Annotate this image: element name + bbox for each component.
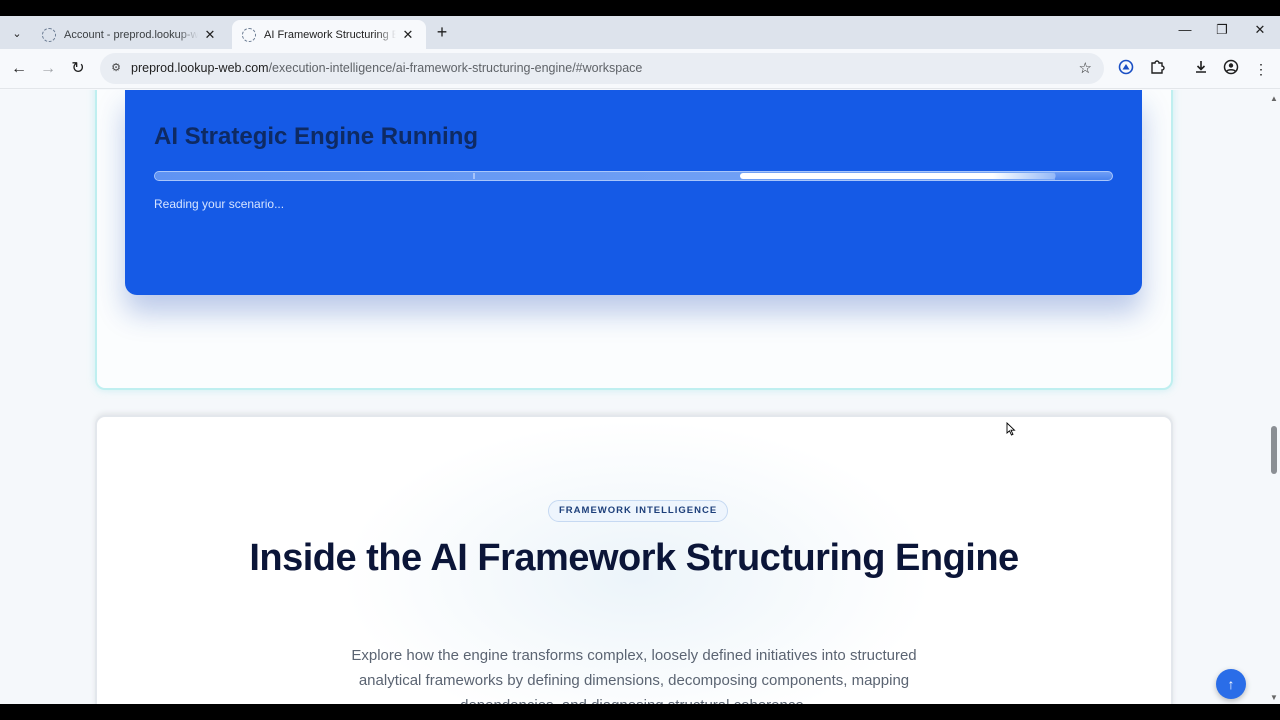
tab-account[interactable]: Account - preprod.lookup-web.com ✕ (32, 20, 228, 49)
kebab-menu-icon[interactable]: ⋮ (1251, 59, 1271, 79)
engine-title: AI Strategic Engine Running (154, 123, 479, 150)
reload-icon[interactable]: ↻ (67, 58, 89, 80)
close-tab-icon[interactable]: ✕ (202, 27, 218, 43)
scroll-up-icon[interactable]: ▲ (1270, 94, 1278, 103)
engine-status-text: Reading your scenario... (154, 197, 285, 211)
forward-arrow-icon[interactable]: → (37, 58, 59, 80)
scroll-to-top-button[interactable]: ↑ (1216, 669, 1246, 699)
page-scrollbar[interactable]: ▲ ▼ (1268, 90, 1280, 704)
progress-shine (740, 173, 1056, 179)
scrollbar-thumb[interactable] (1271, 426, 1277, 474)
profile-icon[interactable] (1221, 59, 1241, 79)
tab-strip: ⌄ Account - preprod.lookup-web.com ✕ AI … (0, 16, 1280, 49)
bookmark-star-icon[interactable]: ☆ (1079, 59, 1092, 77)
section-description: Explore how the engine transforms comple… (351, 647, 917, 704)
progress-marker (473, 173, 475, 179)
puzzle-extensions-icon[interactable] (1147, 59, 1167, 79)
window-close-icon[interactable]: ✕ (1245, 22, 1275, 42)
section-title: Inside the AI Framework Structuring Engi… (249, 537, 1019, 579)
arrow-up-icon: ↑ (1227, 676, 1235, 692)
browser-window: ⌄ Account - preprod.lookup-web.com ✕ AI … (0, 16, 1280, 704)
mouse-cursor-icon (1006, 422, 1016, 436)
framework-intelligence-section: FRAMEWORK INTELLIGENCE Inside the AI Fra… (95, 415, 1173, 704)
tab-ai-framework[interactable]: AI Framework Structuring Engine ✕ (232, 20, 426, 49)
extension-icon[interactable] (1116, 59, 1136, 79)
url-text[interactable]: preprod.lookup-web.com/execution-intelli… (131, 61, 642, 75)
minimize-icon[interactable]: — (1170, 22, 1200, 42)
site-info-icon[interactable]: ⚙ (109, 61, 123, 75)
page-content: AI Strategic Engine Running Reading your… (0, 90, 1268, 704)
browser-toolbar: ← → ↻ ⚙ preprod.lookup-web.com/execution… (0, 49, 1280, 89)
restore-icon[interactable]: ❐ (1207, 22, 1237, 42)
address-bar[interactable]: ⚙ preprod.lookup-web.com/execution-intel… (100, 53, 1104, 84)
tab-search-icon[interactable]: ⌄ (6, 22, 28, 44)
site-favicon-icon (42, 27, 56, 42)
back-arrow-icon[interactable]: ← (8, 58, 30, 80)
close-tab-icon[interactable]: ✕ (400, 27, 416, 43)
new-tab-button[interactable]: + (432, 23, 452, 43)
download-icon[interactable] (1191, 59, 1211, 79)
section-badge: FRAMEWORK INTELLIGENCE (548, 500, 729, 522)
tab-title: AI Framework Structuring Engine (264, 28, 396, 41)
engine-progress-bar (154, 171, 1113, 181)
tab-title: Account - preprod.lookup-web.com (64, 28, 198, 41)
site-favicon-icon (242, 27, 256, 42)
scroll-down-icon[interactable]: ▼ (1270, 693, 1278, 702)
engine-status-panel: AI Strategic Engine Running Reading your… (125, 90, 1142, 295)
